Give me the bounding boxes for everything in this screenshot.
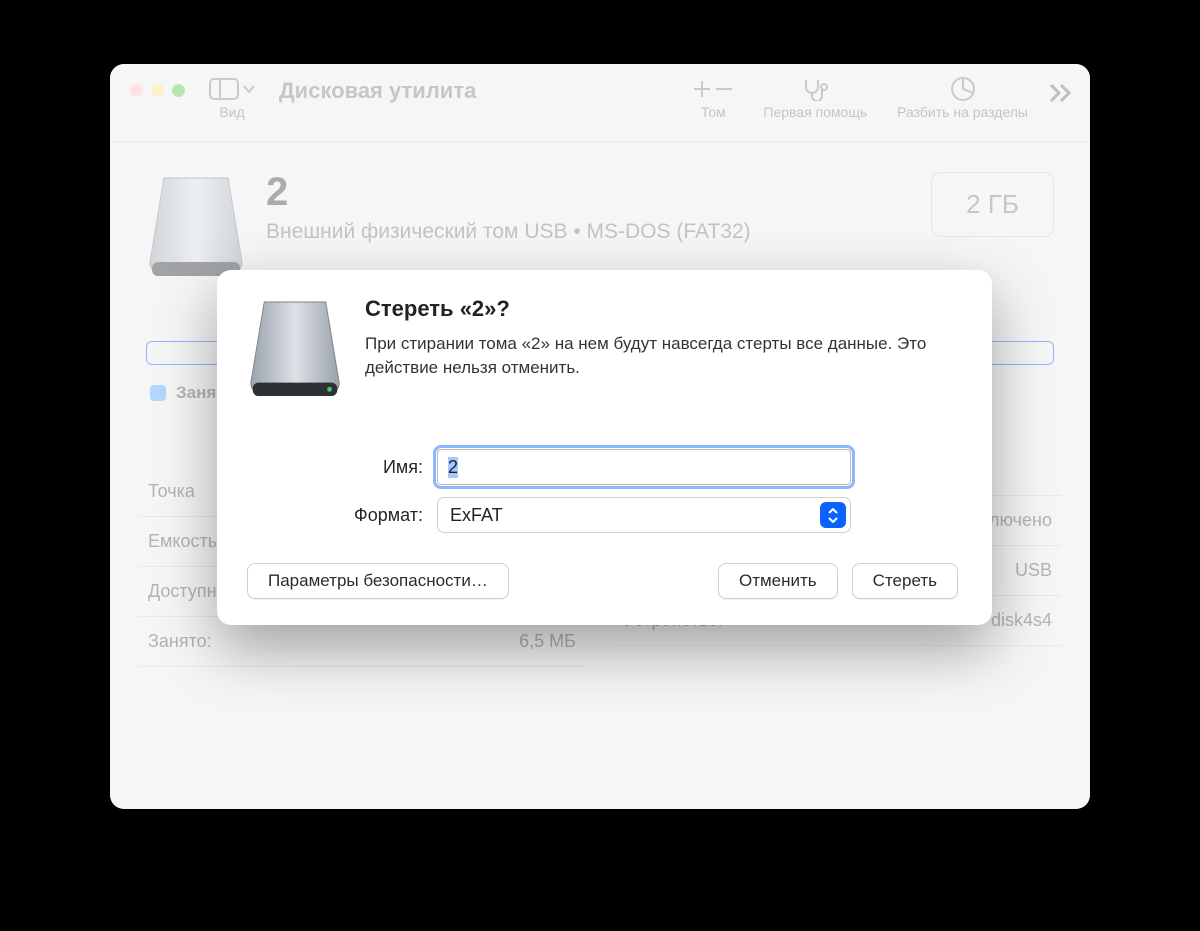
dialog-drive-icon [247, 296, 343, 407]
select-stepper-icon [820, 502, 846, 528]
erase-button[interactable]: Стереть [852, 563, 958, 599]
erase-dialog: Стереть «2»? При стирании тома «2» на не… [217, 270, 992, 625]
dialog-message: При стирании тома «2» на нем будут навсе… [365, 332, 958, 380]
name-input[interactable] [437, 449, 851, 485]
dialog-title: Стереть «2»? [365, 296, 958, 322]
cancel-button[interactable]: Отменить [718, 563, 838, 599]
name-field-label: Имя: [247, 457, 437, 478]
security-options-button[interactable]: Параметры безопасности… [247, 563, 509, 599]
format-value: ExFAT [450, 505, 503, 526]
format-field-label: Формат: [247, 505, 437, 526]
format-select[interactable]: ExFAT [437, 497, 851, 533]
